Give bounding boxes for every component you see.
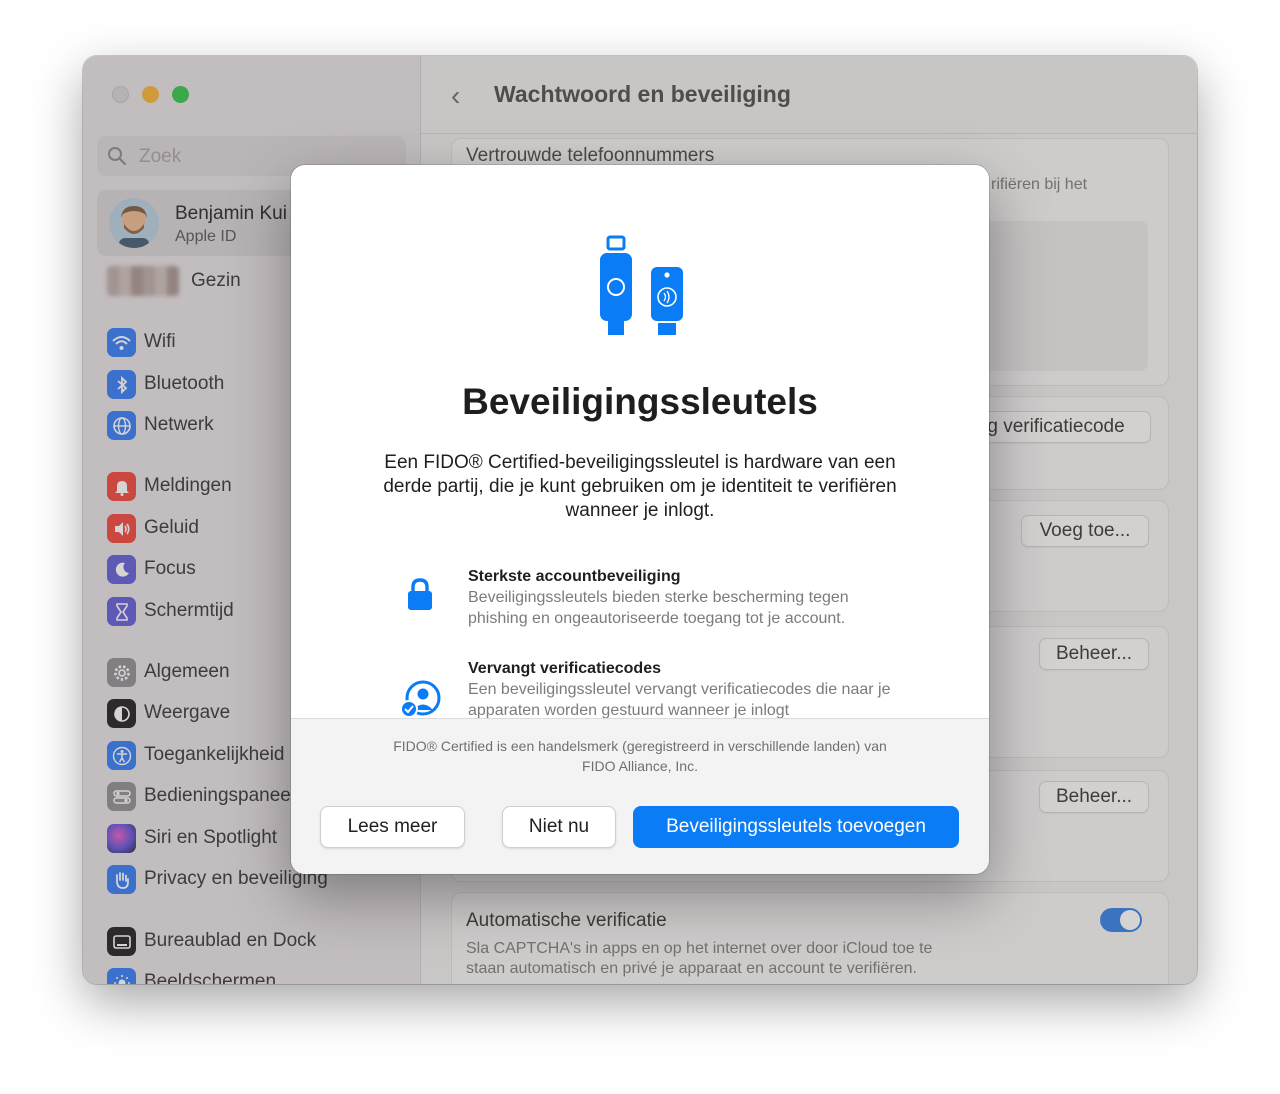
dialog-footer: FIDO® Certified is een handelsmerk (gere… (291, 718, 989, 874)
security-keys-icon (596, 235, 686, 346)
trademark-note: FIDO® Certified is een handelsmerk (gere… (393, 738, 887, 774)
feature-text: Beveiligingssleutels bieden sterke besch… (468, 589, 849, 627)
feature-title: Sterkste accountbeveiliging (468, 568, 681, 585)
feature-title: Vervangt verificatiecodes (468, 660, 661, 677)
dialog-description: Een FIDO® Certified-beveiligingssleutel … (383, 452, 897, 521)
security-keys-dialog: Beveiligingssleutels Een FIDO® Certified… (291, 165, 989, 874)
not-now-button[interactable]: Niet nu (502, 806, 616, 848)
feature-text: Een beveiligingssleutel vervangt verific… (468, 681, 891, 719)
add-security-keys-button[interactable]: Beveiligingssleutels toevoegen (633, 806, 959, 848)
learn-more-button[interactable]: Lees meer (320, 806, 465, 848)
lock-icon (406, 577, 434, 616)
dialog-title: Beveiligingssleutels (462, 381, 818, 422)
